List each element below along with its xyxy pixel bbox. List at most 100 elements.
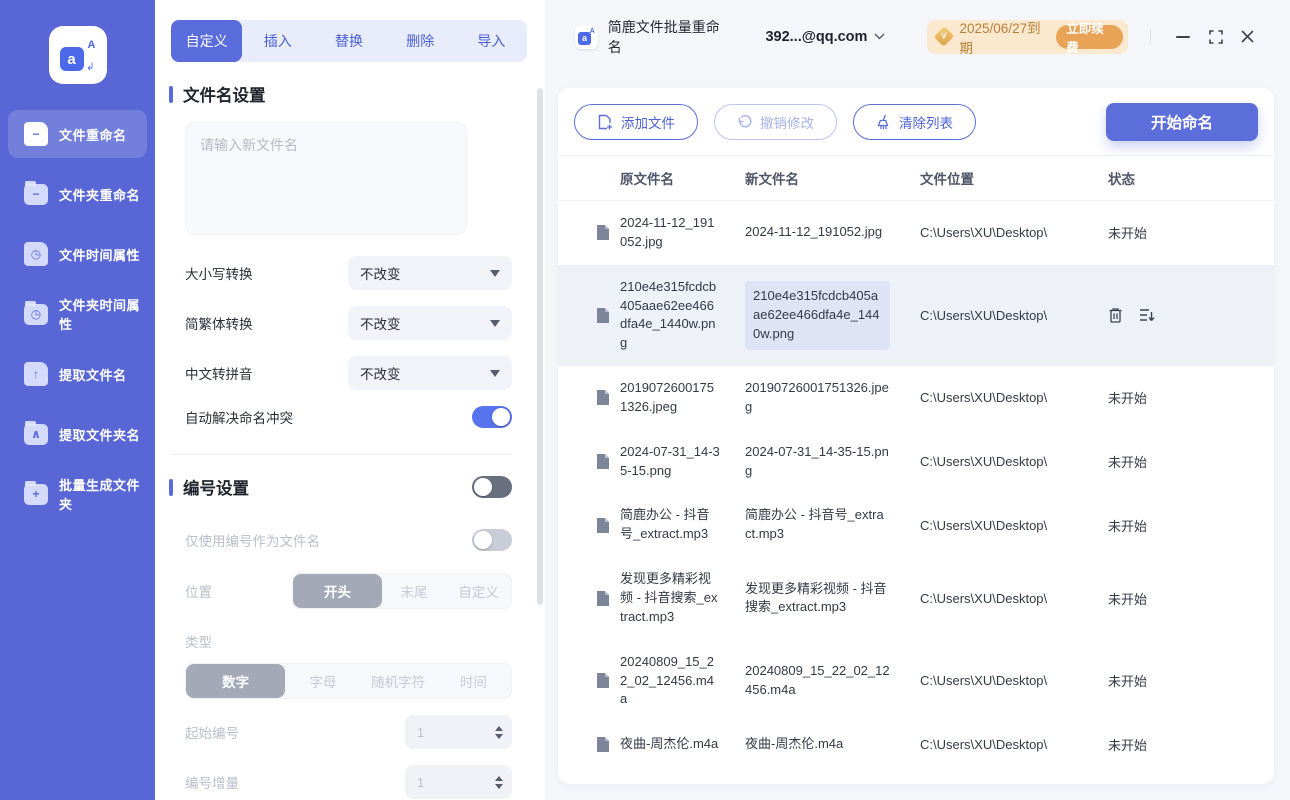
- table-row[interactable]: 夜曲-周杰伦.m4a 夜曲-周杰伦.m4a C:\Users\XU\Desktop\…: [558, 722, 1274, 767]
- file-list-card: 添加文件 撤销修改 清除列表 开始命名 原文件名 新文件名 文件位置 状态 20…: [558, 88, 1274, 784]
- spinner-icon[interactable]: [495, 725, 503, 739]
- close-button[interactable]: [1232, 22, 1264, 52]
- original-filename: 20240809_15_22_02_12456.m4a: [620, 653, 714, 707]
- file-path: C:\Users\XU\Desktop\: [920, 673, 1048, 689]
- col-status: 状态: [1108, 172, 1135, 187]
- new-filename[interactable]: 210e4e315fcdcb405aae62ee466dfa4e_1440w.p…: [745, 281, 920, 350]
- add-files-button[interactable]: 添加文件: [574, 104, 698, 140]
- convert-label: 简繁体转换: [185, 317, 253, 332]
- app-title: 简鹿文件批量重命名: [607, 18, 720, 55]
- maximize-button[interactable]: [1199, 22, 1231, 52]
- file-path: C:\Users\XU\Desktop\: [920, 590, 1048, 606]
- file-icon: [596, 453, 620, 470]
- only-number-toggle[interactable]: [472, 529, 512, 551]
- sidebar-item[interactable]: − 文件重命名: [8, 110, 147, 158]
- file-icon: [596, 307, 620, 324]
- original-filename: 2024-07-31_14-35-15.png: [620, 443, 720, 478]
- new-filename[interactable]: 发现更多精彩视频 - 抖音搜索_extract.mp3: [745, 580, 920, 618]
- sidebar-item[interactable]: ◷ 文件夹时间属性: [8, 290, 147, 338]
- table-row[interactable]: 20190726001751326.jpeg 20190726001751326.…: [558, 366, 1274, 430]
- filename-section-header: 文件名设置: [169, 82, 512, 106]
- file-icon: [596, 736, 620, 753]
- convert-label: 中文转拼音: [185, 367, 253, 382]
- segment-option[interactable]: 末尾: [382, 574, 447, 608]
- undo-button[interactable]: 撤销修改: [714, 104, 837, 140]
- chevron-down-icon: [490, 269, 500, 277]
- table-row[interactable]: 发现更多精彩视频 - 抖音搜索_extract.mp3 发现更多精彩视频 - 抖音…: [558, 557, 1274, 640]
- chevron-down-icon: [490, 369, 500, 377]
- tab-2[interactable]: 替换: [313, 20, 384, 62]
- auto-resolve-toggle[interactable]: [472, 406, 512, 428]
- select-value: 不改变: [360, 317, 401, 332]
- sidebar-item[interactable]: − 文件夹重命名: [8, 170, 147, 218]
- table-row[interactable]: 简鹿办公 - 抖音号_extract.mp3 简鹿办公 - 抖音号_extract…: [558, 493, 1274, 557]
- new-filename-input[interactable]: [185, 122, 467, 235]
- sidebar-item[interactable]: + 批量生成文件夹: [8, 470, 147, 518]
- new-filename[interactable]: 20190726001751326.jpeg: [745, 379, 920, 417]
- convert-row: 大小写转换 不改变: [185, 256, 512, 290]
- original-filename: 2024-11-12_191052.jpg: [620, 215, 715, 249]
- select-control[interactable]: 不改变: [348, 356, 512, 390]
- spinner-icon[interactable]: [495, 775, 503, 789]
- numbering-fields: 起始编号 1 编号增量 1: [155, 715, 545, 799]
- original-filename: 夜曲-周杰伦.m4a: [620, 736, 719, 752]
- table-row[interactable]: 210e4e315fcdcb405aae62ee466dfa4e_1440w.p…: [558, 264, 1274, 367]
- delete-icon[interactable]: [1108, 307, 1123, 324]
- clear-list-button[interactable]: 清除列表: [853, 104, 976, 140]
- license-badge: V 2025/06/27到期 立即续费: [927, 19, 1129, 56]
- file-path: C:\Users\XU\Desktop\: [920, 307, 1048, 323]
- file-path: C:\Users\XU\Desktop\: [920, 737, 1048, 753]
- sidebar-item[interactable]: ◷ 文件时间属性: [8, 230, 147, 278]
- tab-4[interactable]: 导入: [456, 20, 527, 62]
- new-filename-editable[interactable]: 210e4e315fcdcb405aae62ee466dfa4e_1440w.p…: [745, 281, 890, 350]
- col-file-path: 文件位置: [920, 172, 974, 187]
- segment-option[interactable]: 时间: [436, 664, 511, 698]
- original-filename: 简鹿办公 - 抖音号_extract.mp3: [620, 507, 710, 542]
- panel-scrollbar-thumb[interactable]: [537, 88, 543, 605]
- tab-3[interactable]: 删除: [385, 20, 456, 62]
- table-row[interactable]: 20240809_15_22_02_12456.m4a 20240809_15_2…: [558, 640, 1274, 723]
- convert-row: 简繁体转换 不改变: [185, 306, 512, 340]
- new-filename[interactable]: 简鹿办公 - 抖音号_extract.mp3: [745, 506, 920, 544]
- segment-option[interactable]: 开头: [293, 574, 382, 608]
- new-filename[interactable]: 夜曲-周杰伦.m4a: [745, 735, 920, 754]
- segment-option[interactable]: 数字: [186, 664, 286, 698]
- segment-option[interactable]: 字母: [285, 664, 360, 698]
- numbering-toggle[interactable]: [472, 476, 512, 498]
- close-icon: [1241, 30, 1254, 43]
- number-input[interactable]: 1: [405, 715, 512, 749]
- tab-1[interactable]: 插入: [242, 20, 313, 62]
- table-row[interactable]: 2024-07-31_14-35-15.png 2024-07-31_14-35-…: [558, 430, 1274, 494]
- new-filename[interactable]: 20240809_15_22_02_12456.m4a: [745, 662, 920, 700]
- sidebar-item[interactable]: ↑ 提取文件名: [8, 350, 147, 398]
- col-new-name: 新文件名: [745, 172, 799, 187]
- number-value: 1: [417, 724, 425, 740]
- renew-button[interactable]: 立即续费: [1056, 22, 1124, 55]
- select-control[interactable]: 不改变: [348, 306, 512, 340]
- move-to-bottom-icon[interactable]: [1139, 308, 1155, 323]
- minimize-button[interactable]: [1167, 22, 1199, 52]
- tab-0[interactable]: 自定义: [171, 20, 243, 62]
- number-field-row: 起始编号 1: [185, 715, 512, 749]
- file-table-body: 2024-11-12_191052.jpg 2024-11-12_191052.j…: [558, 201, 1274, 784]
- table-row[interactable]: 2024-11-12_191052.jpg 2024-11-12_191052.j…: [558, 201, 1274, 265]
- file-rename-icon: −: [24, 122, 48, 146]
- start-rename-button[interactable]: 开始命名: [1106, 103, 1258, 141]
- account-dropdown[interactable]: 392...@qq.com: [765, 29, 885, 45]
- sidebar-item-label: 文件夹时间属性: [59, 298, 141, 332]
- maximize-icon: [1208, 29, 1223, 44]
- section-title: 编号设置: [183, 480, 249, 498]
- file-icon: [596, 389, 620, 406]
- divider: [171, 454, 512, 455]
- segment-option[interactable]: 随机字符: [361, 664, 436, 698]
- segment-option[interactable]: 自定义: [446, 574, 511, 608]
- number-input[interactable]: 1: [405, 765, 512, 799]
- new-filename[interactable]: 2024-07-31_14-35-15.png: [745, 443, 920, 481]
- select-control[interactable]: 不改变: [348, 256, 512, 290]
- app-icon: aA: [575, 24, 598, 49]
- sidebar-item-label: 文件重命名: [59, 127, 127, 143]
- status-cell: 未开始: [1108, 738, 1148, 754]
- new-filename[interactable]: 2024-11-12_191052.jpg: [745, 223, 920, 242]
- status-cell: 未开始: [1108, 455, 1148, 471]
- sidebar-item[interactable]: ∧ 提取文件夹名: [8, 410, 147, 458]
